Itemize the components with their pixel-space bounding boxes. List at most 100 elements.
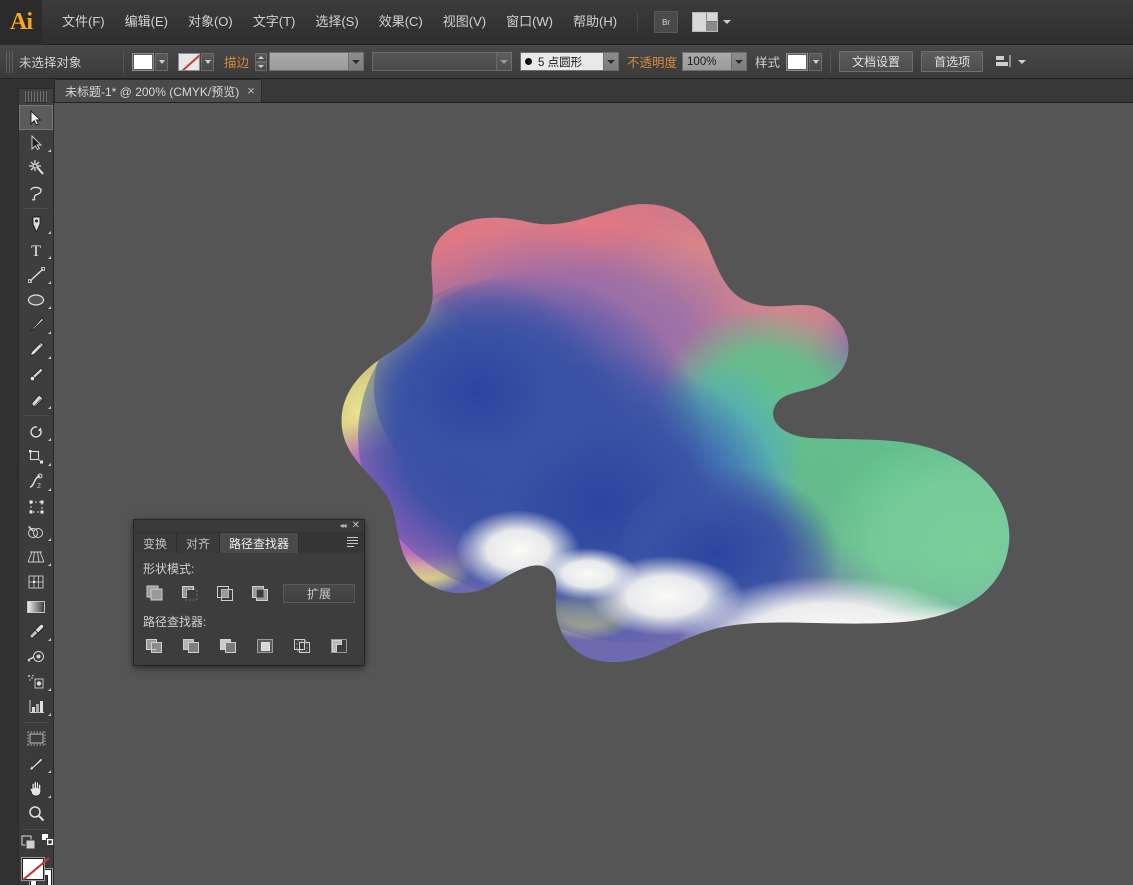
pencil-tool[interactable]	[19, 337, 53, 362]
pen-tool[interactable]	[19, 212, 53, 237]
gradient-tool[interactable]	[19, 594, 53, 619]
shape-builder-tool-icon	[28, 525, 43, 538]
ellipse-tool[interactable]	[19, 287, 53, 312]
perspective-grid-tool[interactable]	[19, 544, 53, 569]
hand-tool[interactable]	[19, 776, 53, 801]
fill-stroke-indicator[interactable]	[19, 855, 53, 885]
default-fill-stroke-button[interactable]	[41, 833, 55, 847]
brush-definition-field[interactable]: 5 点圆形	[520, 52, 605, 71]
stroke-profile-dropdown[interactable]	[497, 52, 513, 71]
width-tool[interactable]: 2	[19, 469, 53, 494]
menu-window[interactable]: 窗口(W)	[496, 10, 563, 34]
canvas-area[interactable]: ◂◂ ✕ 变换 对齐 路径查找器 形状模式: 扩展 路径查找器:	[54, 103, 1133, 885]
close-icon[interactable]: ✕	[352, 521, 360, 531]
brush-definition-control[interactable]: 5 点圆形	[520, 52, 620, 71]
menu-file[interactable]: 文件(F)	[52, 10, 115, 34]
graphic-style-control[interactable]	[786, 52, 823, 71]
symbol-sprayer-tool[interactable]	[19, 669, 53, 694]
stroke-color-control[interactable]	[178, 52, 214, 71]
pathfinder-trim-button[interactable]	[180, 636, 203, 656]
stroke-weight-field[interactable]	[269, 52, 350, 71]
panel-tab-align[interactable]: 对齐	[177, 533, 221, 553]
pathfinder-minus-front-button[interactable]	[178, 583, 201, 603]
pathfinder-exclude-button[interactable]	[248, 583, 271, 603]
tools-panel-grip[interactable]	[25, 91, 47, 103]
opacity-dropdown[interactable]	[732, 52, 748, 71]
scale-tool[interactable]	[19, 444, 53, 469]
panel-tab-transform[interactable]: 变换	[134, 533, 178, 553]
document-tab[interactable]: 未标题-1* @ 200% (CMYK/预览) ×	[54, 79, 262, 102]
eraser-tool[interactable]	[19, 387, 53, 412]
type-tool[interactable]: T	[19, 237, 53, 262]
menu-effect[interactable]: 效果(C)	[369, 10, 433, 34]
zoom-tool[interactable]	[19, 801, 53, 826]
stroke-weight-dropdown[interactable]	[349, 52, 365, 71]
selection-tool[interactable]	[19, 105, 53, 130]
menu-view[interactable]: 视图(V)	[433, 10, 496, 34]
shape-builder-tool[interactable]	[19, 519, 53, 544]
blend-tool[interactable]	[19, 644, 53, 669]
graphic-style-dropdown[interactable]	[809, 52, 823, 71]
direct-selection-tool[interactable]	[19, 130, 53, 155]
pathfinder-intersect-button[interactable]	[213, 583, 236, 603]
panel-menu-icon[interactable]	[347, 537, 360, 548]
hand-tool-icon	[29, 780, 42, 797]
pathfinder-minus-back-button[interactable]	[328, 636, 351, 656]
stroke-weight-control[interactable]	[269, 52, 365, 71]
column-graph-tool[interactable]	[19, 694, 53, 719]
close-icon[interactable]: ×	[247, 84, 255, 97]
paintbrush-tool[interactable]	[19, 312, 53, 337]
eyedropper-tool[interactable]	[19, 619, 53, 644]
control-bar-grip[interactable]	[6, 50, 13, 73]
stroke-label[interactable]: 描边	[224, 52, 249, 71]
opacity-control[interactable]: 100%	[682, 52, 748, 71]
mesh-tool[interactable]	[19, 569, 53, 594]
stroke-dropdown-button[interactable]	[201, 52, 214, 71]
document-setup-button[interactable]: 文档设置	[839, 51, 914, 72]
lasso-tool[interactable]	[19, 180, 53, 205]
artboard-tool[interactable]	[19, 726, 53, 751]
opacity-field[interactable]: 100%	[682, 52, 733, 71]
pathfinder-crop-button[interactable]	[254, 636, 277, 656]
rotate-tool[interactable]	[19, 419, 53, 444]
pencil-tool-icon	[29, 341, 44, 357]
svg-text:T: T	[31, 243, 41, 258]
stroke-swatch-none[interactable]	[178, 52, 200, 71]
collapse-icon[interactable]: ◂◂	[340, 522, 347, 530]
align-options-control[interactable]	[995, 54, 1027, 69]
line-segment-tool[interactable]	[19, 262, 53, 287]
pathfinder-outline-button[interactable]	[291, 636, 314, 656]
pathfinder-panel[interactable]: ◂◂ ✕ 变换 对齐 路径查找器 形状模式: 扩展 路径查找器:	[133, 519, 365, 666]
minus-back-icon	[330, 639, 347, 653]
stroke-profile-control[interactable]	[372, 52, 513, 71]
graphic-style-swatch[interactable]	[786, 52, 809, 71]
stroke-profile-field[interactable]	[372, 52, 498, 71]
slice-tool[interactable]	[19, 751, 53, 776]
arrange-documents-button[interactable]	[692, 12, 732, 32]
opacity-label[interactable]: 不透明度	[627, 52, 677, 71]
menu-help[interactable]: 帮助(H)	[563, 10, 627, 34]
panel-tab-pathfinder[interactable]: 路径查找器	[220, 533, 300, 553]
brush-definition-dropdown[interactable]	[604, 52, 620, 71]
stroke-weight-stepper[interactable]	[255, 52, 268, 71]
menu-type[interactable]: 文字(T)	[243, 10, 306, 34]
menu-edit[interactable]: 编辑(E)	[115, 10, 178, 34]
fill-color-control[interactable]	[132, 52, 168, 71]
expand-button[interactable]: 扩展	[283, 583, 355, 603]
swap-fill-stroke-button[interactable]	[21, 835, 37, 851]
fill-swatch[interactable]	[132, 52, 154, 71]
pathfinder-unite-button[interactable]	[143, 583, 166, 603]
blob-brush-tool[interactable]	[19, 362, 53, 387]
gradient-mesh-blob[interactable]	[336, 198, 1016, 673]
magic-wand-tool[interactable]	[19, 155, 53, 180]
pathfinder-divide-button[interactable]	[143, 636, 166, 656]
free-transform-tool[interactable]	[19, 494, 53, 519]
menu-select[interactable]: 选择(S)	[305, 10, 368, 34]
preferences-button[interactable]: 首选项	[921, 51, 984, 72]
panel-title-bar[interactable]: ◂◂ ✕	[134, 520, 364, 533]
fill-dropdown-button[interactable]	[155, 52, 168, 71]
pathfinder-merge-button[interactable]	[217, 636, 240, 656]
menu-object[interactable]: 对象(O)	[178, 10, 243, 34]
fill-color-indicator[interactable]	[22, 857, 50, 881]
bridge-icon[interactable]: Br	[654, 11, 679, 33]
